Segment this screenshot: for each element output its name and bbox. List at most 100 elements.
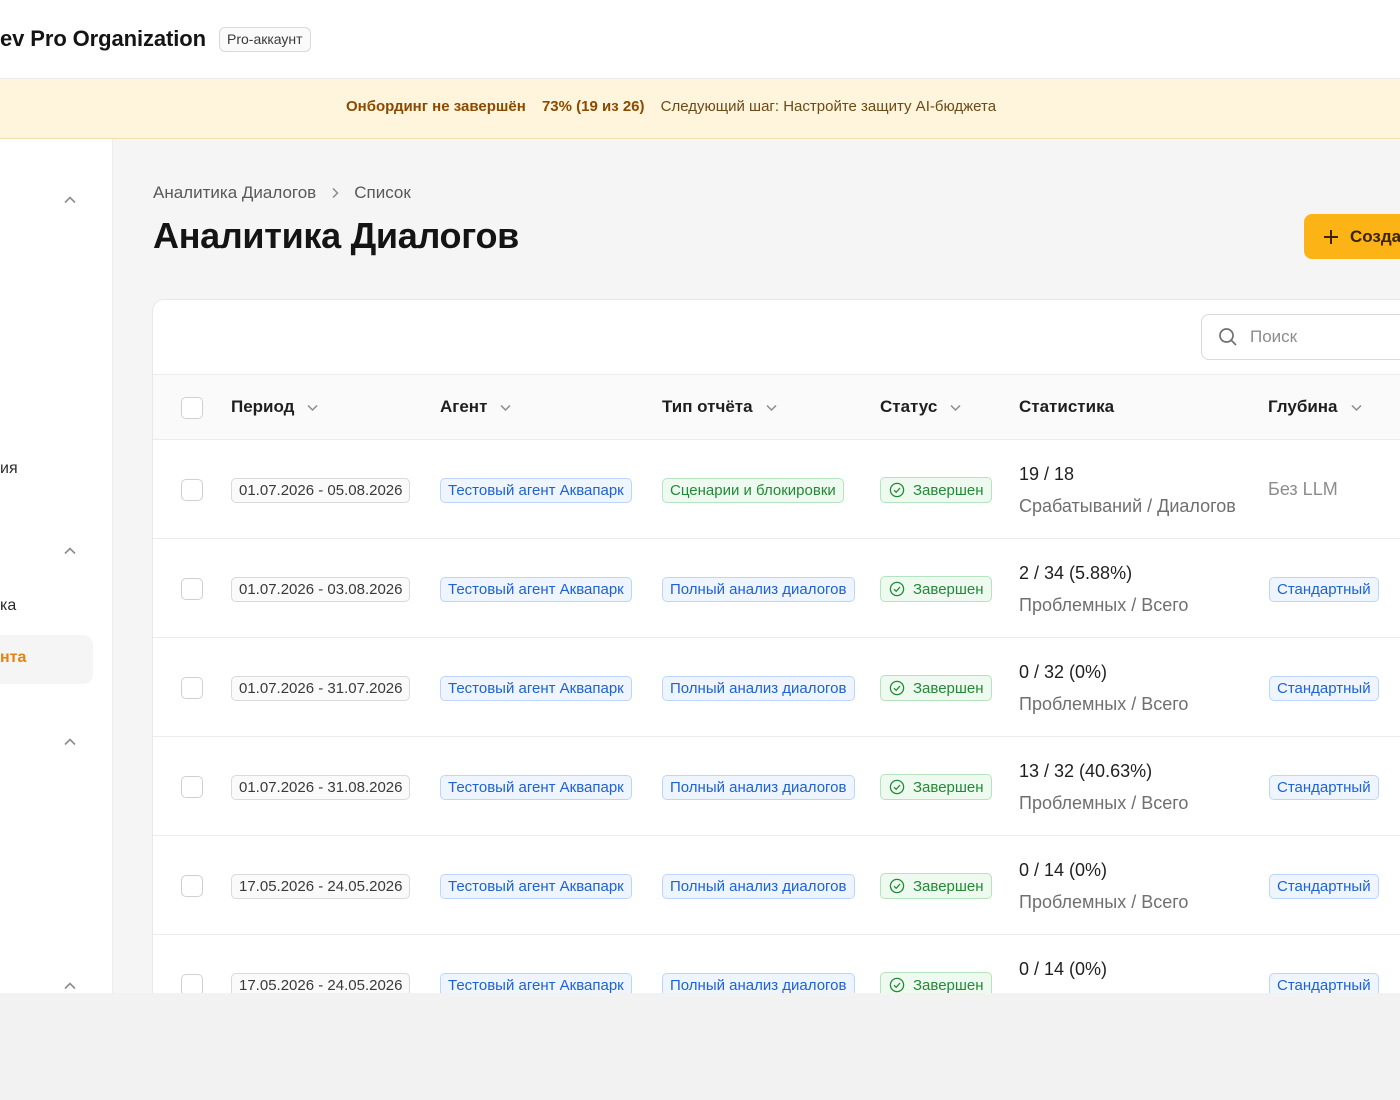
banner-next-step[interactable]: Следующий шаг: Настройте защиту AI-бюдже… (661, 98, 996, 115)
app-window: ev Pro Organization Pro-аккаунт Онбордин… (0, 0, 1400, 993)
status-label: Завершен (913, 481, 984, 499)
table-row[interactable]: 01.07.2026 - 03.08.2026 Тестовый агент А… (153, 539, 1400, 638)
chevron-down-icon (950, 404, 961, 411)
chevron-up-icon[interactable] (63, 193, 77, 207)
table-row[interactable]: 01.07.2026 - 31.07.2026 Тестовый агент А… (153, 638, 1400, 737)
table-row[interactable]: 01.07.2026 - 31.08.2026 Тестовый агент А… (153, 737, 1400, 836)
row-checkbox[interactable] (181, 677, 203, 699)
check-circle-icon (889, 581, 905, 597)
search-box[interactable] (1201, 314, 1400, 360)
stat-caption: Срабатываний / Диалогов (1019, 496, 1236, 516)
stat-caption: Проблемных / Всего (1019, 793, 1189, 813)
column-status-label: Статус (880, 397, 938, 416)
depth-tag: Стандартный (1269, 874, 1379, 899)
breadcrumb-current: Список (354, 183, 411, 202)
depth-tag: Стандартный (1269, 775, 1379, 800)
column-stats: Статистика (1019, 397, 1114, 417)
report-type-tag: Полный анализ диалогов (662, 577, 855, 602)
column-period[interactable]: Период (231, 397, 319, 417)
breadcrumb-root[interactable]: Аналитика Диалогов (153, 183, 316, 203)
column-agent[interactable]: Агент (440, 397, 512, 417)
stat-caption: Проблемных / Всего (1019, 892, 1189, 912)
period-tag: 17.05.2026 - 24.05.2026 (231, 874, 411, 899)
status-label: Завершен (913, 580, 984, 598)
depth-tag: Стандартный (1269, 577, 1379, 602)
banner-content: Онбординг не завершён 73% (19 из 26) Сле… (346, 98, 996, 115)
report-type-tag: Полный анализ диалогов (662, 874, 855, 899)
chevron-up-icon[interactable] (63, 979, 77, 993)
reports-card: Период Агент Тип отчёта Статус Статистик… (152, 299, 1400, 993)
row-checkbox[interactable] (181, 578, 203, 600)
check-circle-icon (889, 680, 905, 696)
sidebar-item-label[interactable]: ка (0, 597, 16, 615)
chevron-up-icon[interactable] (63, 544, 77, 558)
status-badge: Завершен (880, 972, 992, 993)
column-agent-label: Агент (440, 397, 488, 416)
status-label: Завершен (913, 976, 984, 994)
table-row[interactable]: 17.05.2026 - 24.05.2026 Тестовый агент А… (153, 836, 1400, 935)
search-input[interactable] (1250, 327, 1400, 347)
plus-icon (1324, 229, 1338, 244)
chevron-down-icon (307, 404, 318, 411)
organization-title[interactable]: ev Pro Organization (0, 26, 206, 52)
stat-value: 13 / 32 (40.63%) (1019, 761, 1153, 781)
depth-label: Без LLM (1268, 479, 1338, 499)
agent-tag[interactable]: Тестовый агент Аквапарк (440, 577, 632, 602)
row-checkbox[interactable] (181, 776, 203, 798)
status-label: Завершен (913, 877, 984, 895)
stat-value: 19 / 18 (1019, 464, 1075, 484)
report-type-tag: Полный анализ диалогов (662, 676, 855, 701)
agent-tag[interactable]: Тестовый агент Аквапарк (440, 775, 632, 800)
status-label: Завершен (913, 778, 984, 796)
check-circle-icon (889, 779, 905, 795)
depth-tag: Стандартный (1269, 973, 1379, 993)
agent-tag[interactable]: Тестовый агент Аквапарк (440, 973, 632, 993)
chevron-down-icon (766, 404, 777, 411)
column-status[interactable]: Статус (880, 397, 962, 417)
column-depth[interactable]: Глубина (1268, 397, 1363, 417)
status-badge: Завершен (880, 576, 992, 602)
top-header: ev Pro Organization Pro-аккаунт (0, 0, 1400, 79)
period-tag: 01.07.2026 - 31.07.2026 (231, 676, 411, 701)
chevron-down-icon (1350, 404, 1362, 411)
stat-value: 0 / 32 (0%) (1019, 662, 1108, 682)
check-circle-icon (889, 482, 905, 498)
select-all-checkbox[interactable] (181, 397, 203, 419)
table-row[interactable]: 17.05.2026 - 24.05.2026 Тестовый агент А… (153, 935, 1400, 993)
sidebar-item-active[interactable]: нта (0, 635, 93, 684)
row-checkbox[interactable] (181, 974, 203, 993)
depth-tag: Стандартный (1269, 676, 1379, 701)
table-row[interactable]: 01.07.2026 - 05.08.2026 Тестовый агент А… (153, 440, 1400, 539)
status-badge: Завершен (880, 675, 992, 701)
chevron-up-icon[interactable] (63, 735, 77, 749)
column-depth-label: Глубина (1268, 397, 1338, 416)
stat-caption: Проблемных / Всего (1019, 694, 1189, 714)
report-type-tag: Сценарии и блокировки (662, 478, 844, 503)
status-badge: Завершен (880, 477, 992, 503)
page-title: Аналитика Диалогов (153, 215, 519, 256)
status-badge: Завершен (880, 774, 992, 800)
banner-title: Онбординг не завершён (346, 98, 526, 115)
onboarding-banner[interactable]: Онбординг не завершён 73% (19 из 26) Сле… (0, 79, 1400, 139)
agent-tag[interactable]: Тестовый агент Аквапарк (440, 478, 632, 503)
agent-tag[interactable]: Тестовый агент Аквапарк (440, 874, 632, 899)
search-icon (1219, 328, 1237, 346)
check-circle-icon (889, 977, 905, 993)
stat-value: 2 / 34 (5.88%) (1019, 563, 1133, 583)
sidebar-item-label[interactable]: ия (0, 460, 18, 478)
breadcrumb: Аналитика Диалогов Список (153, 183, 411, 203)
table-header: Период Агент Тип отчёта Статус Статистик… (153, 374, 1400, 440)
account-badge: Pro-аккаунт (219, 27, 311, 52)
column-period-label: Период (231, 397, 295, 416)
period-tag: 01.07.2026 - 31.08.2026 (231, 775, 411, 800)
stat-caption: Проблемных / Всего (1019, 595, 1189, 615)
agent-tag[interactable]: Тестовый агент Аквапарк (440, 676, 632, 701)
chevron-down-icon (500, 404, 511, 411)
create-button[interactable]: Созда (1304, 214, 1400, 259)
row-checkbox[interactable] (181, 479, 203, 501)
column-type[interactable]: Тип отчёта (662, 397, 778, 417)
status-badge: Завершен (880, 873, 992, 899)
row-checkbox[interactable] (181, 875, 203, 897)
stat-value: 0 / 14 (0%) (1019, 860, 1108, 880)
stat-value: 0 / 14 (0%) (1019, 959, 1108, 979)
